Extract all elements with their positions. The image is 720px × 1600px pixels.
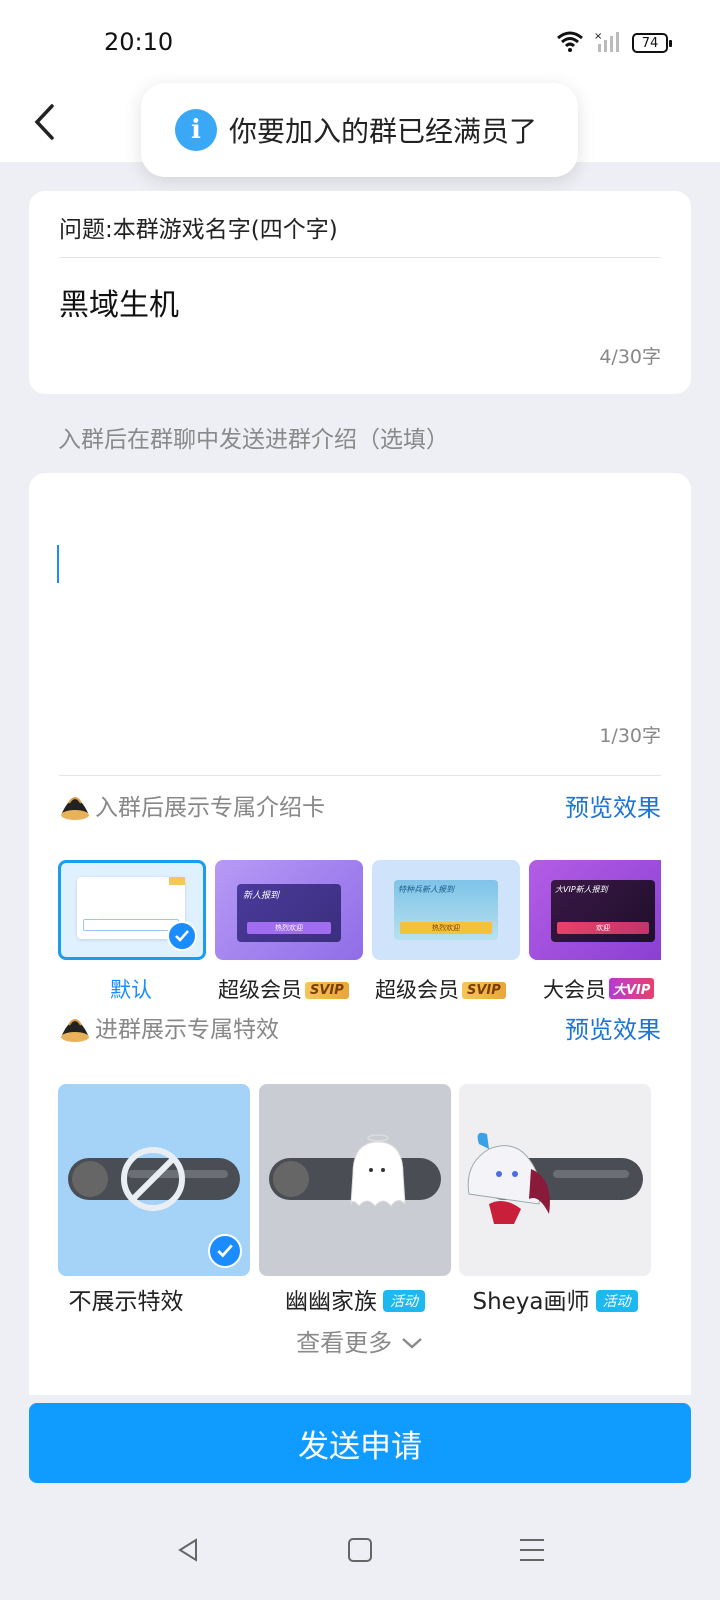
intro-textarea[interactable] xyxy=(29,473,691,723)
effect-option-none[interactable] xyxy=(58,1084,250,1276)
battery-icon: 74 xyxy=(632,33,672,53)
svip-badge: SVIP xyxy=(462,982,506,999)
chevron-down-icon xyxy=(400,1329,424,1357)
intro-hint: 入群后在群聊中发送进群介绍（选填） xyxy=(58,427,449,453)
avatar xyxy=(273,1161,309,1197)
intro-card-label-text: 超级会员 xyxy=(375,978,459,1002)
info-icon: i xyxy=(175,109,217,151)
intro-card-label: 超级会员 SVIP xyxy=(375,974,506,1004)
card-button-text: 热烈欢迎 xyxy=(247,922,331,934)
activity-badge: 活动 xyxy=(383,1290,425,1312)
answer-counter: 4/30字 xyxy=(599,346,661,368)
intro-cards-row: 默认 新人报到 热烈欢迎 超级会员 SVIP 特种兵新人报到 热烈欢迎 超级会员 S… xyxy=(58,860,661,1010)
status-time: 20:10 xyxy=(104,28,174,56)
intro-card-label-text: 大会员 xyxy=(543,978,606,1002)
intro-card-label: 默认 xyxy=(110,978,152,1002)
toast-message: 你要加入的群已经满员了 xyxy=(229,115,538,148)
character-icon xyxy=(459,1124,559,1234)
signal-icon: × xyxy=(594,30,622,56)
intro-card: 1/30字 入群后展示专属介绍卡 预览效果 默认 新人报到 热烈欢迎 超级会员 … xyxy=(29,473,691,1395)
see-more-button[interactable]: 查看更多 xyxy=(29,1323,691,1358)
status-bar: 20:10 × 74 xyxy=(0,0,720,84)
card-corner xyxy=(169,877,185,885)
system-nav-bar xyxy=(0,1500,720,1600)
effect-option-sheya[interactable] xyxy=(459,1084,651,1276)
intro-cards-title: 入群后展示专属介绍卡 xyxy=(95,795,325,821)
effects-row: 不展示特效 幽幽家族 活动 Sheya画师 活动 xyxy=(58,1084,661,1316)
question-card: 问题:本群游戏名字(四个字) 4/30字 xyxy=(29,191,691,394)
bigvip-badge: 大VIP xyxy=(609,978,655,999)
crown-icon xyxy=(59,1013,89,1042)
toast-notification: i 你要加入的群已经满员了 xyxy=(141,83,578,177)
effects-header: 进群展示专属特效 预览效果 xyxy=(59,1009,661,1045)
status-icons: × 74 xyxy=(556,30,672,56)
svg-text:×: × xyxy=(594,31,602,42)
intro-counter: 1/30字 xyxy=(599,725,661,747)
effect-option-ghost[interactable] xyxy=(259,1084,451,1276)
card-button-text: 欢迎 xyxy=(557,922,649,934)
effect-label: 幽幽家族 活动 xyxy=(259,1282,451,1316)
effect-label: 不展示特效 xyxy=(68,1289,184,1315)
effect-label-text: Sheya画师 xyxy=(472,1289,590,1315)
prohibited-icon xyxy=(120,1146,186,1212)
wifi-icon xyxy=(556,30,584,56)
svip-badge: SVIP xyxy=(305,982,349,999)
question-label: 问题:本群游戏名字(四个字) xyxy=(59,217,338,243)
card-preview: 特种兵新人报到 热烈欢迎 xyxy=(394,880,498,940)
home-square-icon[interactable] xyxy=(340,1530,380,1570)
intro-card-svip-2[interactable]: 特种兵新人报到 热烈欢迎 xyxy=(372,860,520,960)
card-preview: 大VIP新人报到 欢迎 xyxy=(551,880,655,942)
effects-preview-link[interactable]: 预览效果 xyxy=(565,1010,661,1045)
card-button-outline xyxy=(83,919,179,931)
back-triangle-icon[interactable] xyxy=(168,1530,208,1570)
text-caret xyxy=(57,545,59,583)
intro-card-label: 超级会员 SVIP xyxy=(218,974,349,1004)
effect-label: Sheya画师 活动 xyxy=(459,1282,651,1316)
avatar xyxy=(72,1161,108,1197)
intro-preview-link[interactable]: 预览效果 xyxy=(565,788,661,823)
card-button-text: 热烈欢迎 xyxy=(400,922,492,934)
submit-button[interactable]: 发送申请 xyxy=(29,1403,691,1483)
effects-title: 进群展示专属特效 xyxy=(95,1017,279,1043)
effect-label-text: 幽幽家族 xyxy=(285,1289,377,1315)
crown-icon xyxy=(59,791,89,820)
activity-badge: 活动 xyxy=(595,1290,638,1312)
card-banner-text: 新人报到 xyxy=(243,891,280,901)
intro-card-svip-1[interactable]: 新人报到 热烈欢迎 xyxy=(215,860,363,960)
menu-lines-icon[interactable] xyxy=(512,1530,552,1570)
divider xyxy=(59,257,661,258)
intro-card-default[interactable] xyxy=(58,860,206,960)
ghost-icon xyxy=(343,1134,413,1214)
intro-card-label: 大会员 大VIP xyxy=(543,974,655,1004)
intro-cards-header: 入群后展示专属介绍卡 预览效果 xyxy=(59,787,661,823)
selected-check-icon xyxy=(167,921,197,951)
card-preview: 新人报到 热烈欢迎 xyxy=(237,884,341,942)
see-more-label: 查看更多 xyxy=(296,1329,393,1357)
bar-line xyxy=(553,1170,629,1178)
intro-card-bigvip[interactable]: 大VIP新人报到 欢迎 xyxy=(529,860,661,960)
card-banner-text: 大VIP新人报到 xyxy=(555,885,608,894)
card-banner-text: 特种兵新人报到 xyxy=(398,885,454,894)
divider xyxy=(59,775,661,776)
selected-check-icon xyxy=(208,1234,242,1268)
answer-input[interactable] xyxy=(59,277,659,327)
intro-card-label-text: 超级会员 xyxy=(218,978,302,1002)
